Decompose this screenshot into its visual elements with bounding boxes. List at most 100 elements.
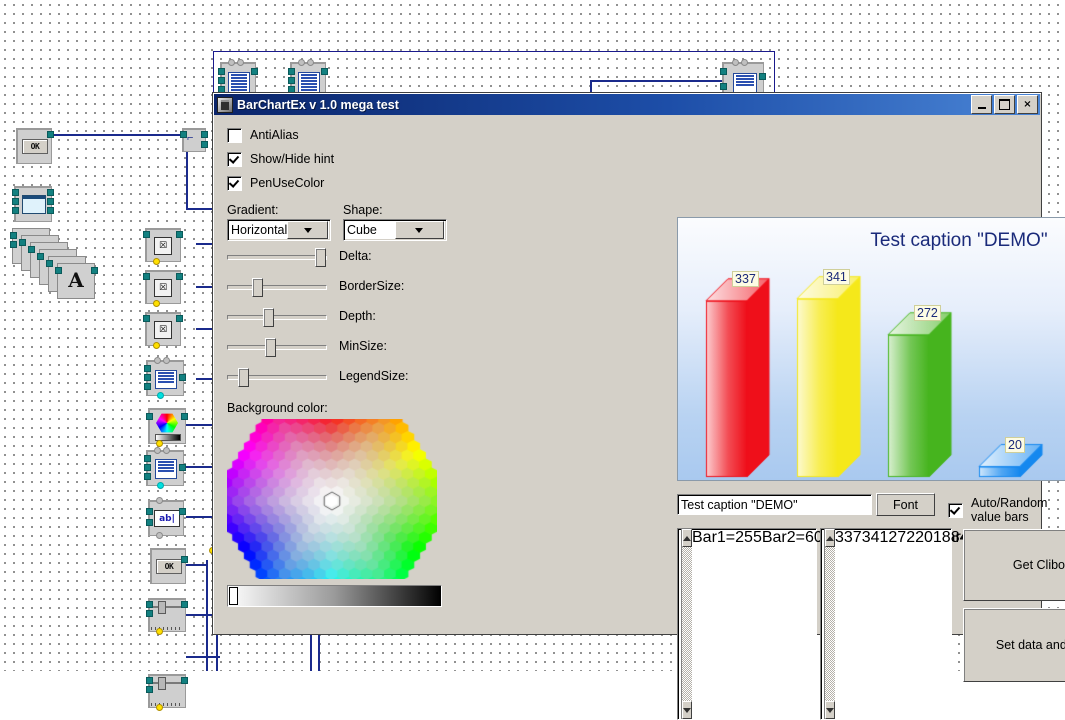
checkbox-icon: ☒	[154, 237, 172, 255]
wire	[206, 560, 208, 671]
ok-icon: OK	[22, 139, 48, 154]
shape-field: Shape: Cube	[343, 203, 447, 241]
shape-select[interactable]: Cube	[343, 219, 447, 241]
slider-legendsize[interactable]	[227, 366, 327, 387]
slider-row-legendsize: LegendSize:	[227, 361, 457, 391]
slider-row-minsize: MinSize:	[227, 331, 457, 361]
checkbox-icon: ☒	[154, 279, 172, 297]
gradient-value: Horizontal	[231, 223, 288, 237]
data-listbox-scrollbar[interactable]	[681, 529, 692, 719]
label-a-icon: A	[68, 268, 84, 292]
chip-icon	[217, 96, 233, 113]
wire	[44, 134, 188, 136]
checkbox-penusecolor-box[interactable]	[227, 175, 242, 191]
window-icon	[22, 195, 46, 214]
luminance-slider[interactable]	[227, 585, 442, 607]
value-listbox[interactable]: 3373412722018841516697	[820, 528, 1031, 720]
list-item[interactable]: Bar1=255	[692, 529, 762, 719]
scroll-up-icon[interactable]	[682, 529, 692, 547]
slider-depth[interactable]	[227, 306, 327, 327]
checkbox-penusecolor[interactable]: PenUseColor	[227, 171, 457, 195]
scroll-down-icon[interactable]	[682, 701, 692, 719]
list-item[interactable]: 20	[915, 529, 933, 719]
shape-value: Cube	[347, 223, 377, 237]
wire	[186, 656, 220, 658]
scroll-up-icon[interactable]	[825, 529, 835, 547]
checkbox-auto-random-box[interactable]	[948, 502, 963, 518]
trackbar-component[interactable]	[146, 598, 188, 635]
luminance-thumb[interactable]	[229, 587, 238, 605]
font-button[interactable]: Font	[876, 493, 935, 516]
slider-legendsize-label: LegendSize:	[339, 369, 409, 383]
bar-value-label: 272	[914, 304, 941, 321]
slider-row-depth: Depth:	[227, 301, 457, 331]
ok-icon: OK	[156, 559, 182, 574]
bar-value-label: 337	[732, 270, 759, 287]
listbox-component[interactable]	[144, 447, 186, 489]
checkbox-antialias-label: AntiAlias	[250, 128, 299, 142]
checkbox-component[interactable]: ☒	[143, 312, 183, 349]
scroll-down-icon[interactable]	[825, 701, 835, 719]
checkbox-component[interactable]: ☒	[143, 270, 183, 307]
label-stack-component[interactable]: A	[10, 228, 98, 308]
color-wheel-icon	[156, 413, 178, 433]
data-listbox[interactable]: Bar1=255Bar2=60411Bar3=45646Bar4=1674444…	[677, 528, 1065, 720]
get-clipboard-button[interactable]: Get Cliboard	[963, 529, 1065, 601]
slider-row-delta: Delta:	[227, 241, 457, 271]
bar-chart[interactable]: Test caption "DEMO" Bar1Bar2Bar3Bar4Bar5…	[677, 217, 1065, 481]
barchartex-dialog[interactable]: BarChartEx v 1.0 mega test × AntiAlias S…	[212, 92, 1065, 720]
ok-button-component[interactable]: OK	[150, 547, 216, 584]
chevron-down-icon[interactable]	[394, 221, 444, 239]
minimize-button[interactable]	[971, 95, 992, 114]
slider-bordersize-label: BorderSize:	[339, 279, 405, 293]
scroll-track[interactable]	[825, 547, 835, 701]
caption-input[interactable]: Test caption "DEMO"	[677, 494, 872, 515]
bar-value-label: 20	[1005, 436, 1025, 453]
close-button[interactable]: ×	[1017, 95, 1038, 114]
title-bar[interactable]: BarChartEx v 1.0 mega test ×	[214, 94, 1040, 115]
checkbox-auto-random[interactable]: Auto/Random value bars	[948, 496, 1047, 524]
value-listbox-scrollbar[interactable]	[824, 529, 835, 719]
color-picker[interactable]	[227, 419, 437, 579]
gradient-select[interactable]: Horizontal	[227, 219, 331, 241]
caption-input-value: Test caption "DEMO"	[681, 497, 798, 512]
checkbox-icon: ☒	[154, 321, 172, 339]
list-item[interactable]: 337	[835, 529, 862, 719]
text-edit-icon: ab|	[154, 510, 180, 527]
options-panel: AntiAlias Show/Hide hint PenUseColor Gra…	[227, 123, 457, 607]
maximize-button[interactable]	[994, 95, 1015, 114]
checkbox-component[interactable]: ☒	[143, 228, 183, 265]
list-item[interactable]: 341	[862, 529, 889, 719]
checkbox-showhidehint-box[interactable]	[227, 151, 242, 167]
checkbox-antialias-box[interactable]	[227, 127, 242, 143]
list-item[interactable]: 272	[888, 529, 915, 719]
background-color-label: Background color:	[227, 401, 328, 415]
shape-label: Shape:	[343, 203, 383, 217]
window-title: BarChartEx v 1.0 mega test	[237, 97, 399, 112]
checkbox-showhidehint-label: Show/Hide hint	[250, 152, 335, 166]
slider-delta-label: Delta:	[339, 249, 372, 263]
slider-minsize[interactable]	[227, 336, 327, 357]
chevron-down-icon[interactable]	[287, 221, 328, 239]
listbox-component[interactable]	[144, 357, 186, 399]
slider-delta[interactable]	[227, 246, 327, 267]
checkbox-penusecolor-label: PenUseColor	[250, 176, 325, 190]
scroll-track[interactable]	[682, 547, 692, 701]
gradient-field: Gradient: Horizontal	[227, 203, 331, 241]
color-hexagon-component[interactable]	[146, 408, 188, 447]
corner-icon: ⌐	[187, 132, 194, 144]
ok-button-component[interactable]: OK	[16, 128, 54, 164]
checkbox-antialias[interactable]: AntiAlias	[227, 123, 457, 147]
list-item[interactable]: 188	[933, 529, 960, 719]
slider-minsize-label: MinSize:	[339, 339, 387, 353]
edit-component[interactable]: ab|	[146, 497, 186, 539]
gradient-label: Gradient:	[227, 203, 279, 217]
nested-component[interactable]: ⌐	[180, 128, 208, 152]
trackbar-component[interactable]	[146, 674, 188, 711]
slider-row-bordersize: BorderSize:	[227, 271, 457, 301]
checkbox-showhidehint[interactable]: Show/Hide hint	[227, 147, 457, 171]
slider-bordersize[interactable]	[227, 276, 327, 297]
bar-value-label: 341	[823, 268, 850, 285]
window-component[interactable]	[12, 186, 54, 222]
hexagon-color-wheel[interactable]	[227, 419, 437, 579]
